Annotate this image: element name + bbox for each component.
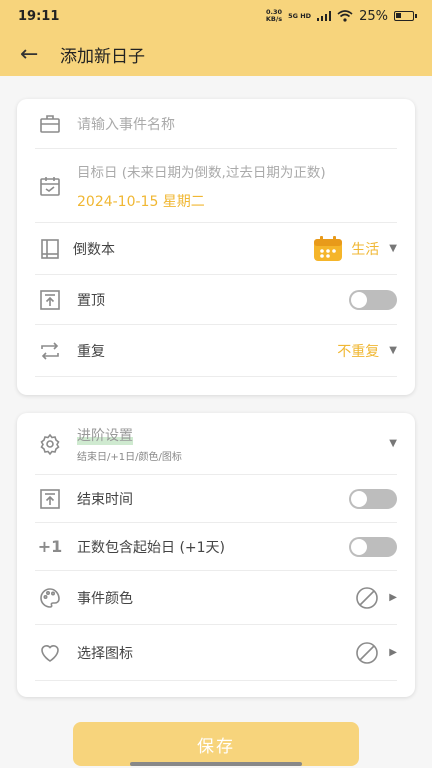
signal-icon [317, 11, 332, 21]
advanced-settings-title: 进阶设置 [77, 424, 133, 445]
pin-label: 置顶 [77, 292, 105, 309]
repeat-value: 不重复 [337, 343, 380, 360]
calendar-badge-icon [314, 235, 343, 261]
include-start-row: +1 正数包含起始日 (+1天) [35, 523, 397, 571]
repeat-icon [35, 336, 65, 366]
include-start-label: 正数包含起始日 (+1天) [77, 539, 226, 556]
repeat-row[interactable]: 重复 不重复 ▼ [35, 325, 397, 377]
target-day-label: 目标日 (未来日期为倒数,过去日期为正数) [77, 164, 326, 181]
network-indicator: 5G HD [288, 11, 312, 20]
event-name-row[interactable]: 请输入事件名称 [35, 99, 397, 149]
basic-settings-card: 请输入事件名称 目标日 (未来日期为倒数,过去日期为正数) 2024-10-15… [17, 99, 415, 395]
status-icons: 0.30 KB/s 5G HD 25% [265, 8, 417, 24]
include-start-toggle[interactable] [349, 536, 397, 557]
settings-gear-icon [35, 429, 65, 459]
calendar-check-icon [35, 171, 65, 201]
advanced-settings-card: 进阶设置 结束日/+1日/颜色/图标 ▼ 结束时间 +1 正数包含起始日 (+1… [17, 413, 415, 697]
countdown-book-row[interactable]: 倒数本 生活 ▼ [35, 223, 397, 275]
event-name-input[interactable]: 请输入事件名称 [77, 114, 175, 134]
home-indicator [130, 762, 302, 766]
dropdown-caret-icon[interactable]: ▼ [389, 438, 397, 449]
dropdown-caret-icon: ▼ [389, 243, 397, 254]
save-button[interactable]: 保存 [73, 722, 359, 766]
end-time-label: 结束时间 [77, 491, 133, 508]
status-time: 19:11 [18, 8, 60, 24]
pin-row: 置顶 [35, 275, 397, 325]
back-arrow-icon[interactable]: ← [20, 42, 48, 67]
countdown-book-select[interactable]: 生活 ▼ [313, 235, 397, 262]
page-title: 添加新日子 [60, 46, 145, 67]
chevron-right-icon: ▶ [389, 592, 397, 603]
target-day-row[interactable]: 目标日 (未来日期为倒数,过去日期为正数) 2024-10-15 星期二 [35, 149, 397, 223]
wifi-icon [337, 10, 353, 22]
dropdown-caret-icon: ▼ [389, 345, 397, 356]
chevron-right-icon: ▶ [389, 647, 397, 658]
heart-icon [35, 638, 65, 668]
app-bar: ← 添加新日子 [0, 32, 432, 76]
event-color-label: 事件颜色 [77, 590, 133, 607]
palette-icon [35, 583, 65, 613]
advanced-settings-subtitle: 结束日/+1日/颜色/图标 [77, 451, 182, 463]
countdown-book-value: 生活 [351, 241, 380, 258]
briefcase-icon [35, 109, 65, 139]
battery-percent: 25% [359, 8, 388, 24]
choose-icon-row[interactable]: 选择图标 ▶ [35, 625, 397, 681]
pin-toggle[interactable] [349, 289, 397, 310]
end-time-row: 结束时间 [35, 475, 397, 523]
repeat-select[interactable]: 不重复 ▼ [337, 341, 397, 361]
none-icon [356, 641, 379, 664]
event-color-row[interactable]: 事件颜色 ▶ [35, 571, 397, 625]
target-date-value[interactable]: 2024-10-15 星期二 [77, 191, 326, 211]
battery-icon [394, 11, 417, 21]
end-time-icon [35, 484, 65, 514]
book-icon [35, 234, 65, 264]
none-icon [356, 586, 379, 609]
repeat-label: 重复 [77, 343, 105, 360]
advanced-settings-row[interactable]: 进阶设置 结束日/+1日/颜色/图标 ▼ [35, 413, 397, 475]
countdown-book-label: 倒数本 [73, 241, 115, 258]
status-bar: 19:11 0.30 KB/s 5G HD 25% [0, 0, 432, 32]
choose-icon-label: 选择图标 [77, 645, 133, 662]
end-time-toggle[interactable] [349, 488, 397, 509]
net-speed: 0.30 KB/s [265, 8, 283, 23]
plus-one-icon: +1 [37, 537, 63, 556]
pin-top-icon [35, 285, 65, 315]
